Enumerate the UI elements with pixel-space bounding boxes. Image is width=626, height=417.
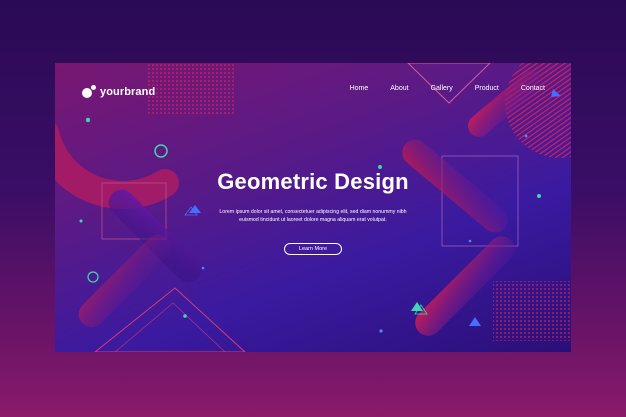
learn-more-button[interactable]: Learn More	[284, 243, 342, 255]
main-nav: Home About Gallery Product Contact	[350, 85, 545, 92]
nav-item-gallery[interactable]: Gallery	[431, 85, 453, 92]
brand-logo[interactable]: yourbrand	[82, 85, 155, 99]
brand-name: yourbrand	[100, 86, 156, 98]
nav-item-product[interactable]: Product	[475, 85, 499, 92]
nav-item-contact[interactable]: Contact	[521, 85, 545, 92]
landing-page-card: yourbrand Home About Gallery Product Con…	[55, 63, 571, 352]
logo-icon	[82, 85, 96, 99]
hero-subtitle: Lorem ipsum dolor sit amet, consectetuer…	[219, 209, 407, 223]
nav-item-about[interactable]: About	[390, 85, 408, 92]
nav-item-home[interactable]: Home	[350, 85, 369, 92]
hero-title: Geometric Design	[217, 169, 409, 194]
